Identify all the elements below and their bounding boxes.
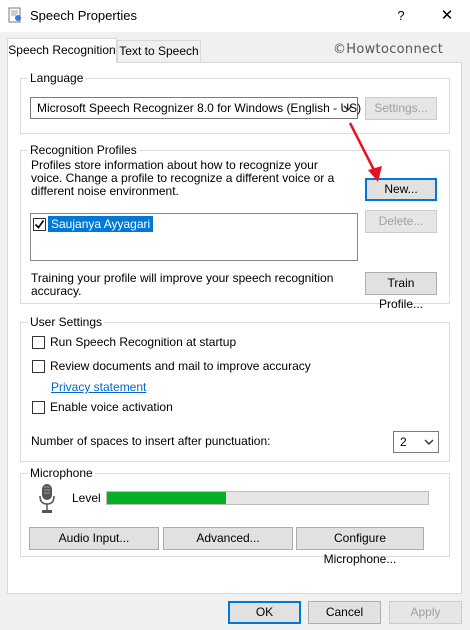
help-button[interactable]: ?	[378, 0, 424, 32]
watermark: ©Howtoconnect	[333, 42, 444, 57]
microphone-group-label: Microphone	[28, 466, 95, 480]
user-settings-group-label: User Settings	[28, 315, 105, 329]
title-bar: Speech Properties ? ✕	[0, 0, 470, 32]
apply-button[interactable]: Apply	[389, 601, 462, 624]
delete-profile-button[interactable]: Delete...	[365, 210, 437, 233]
spaces-after-punctuation-label: Number of spaces to insert after punctua…	[31, 434, 271, 448]
microphone-level-meter	[106, 491, 429, 505]
configure-microphone-button[interactable]: Configure Microphone...	[296, 527, 424, 566]
spaces-after-punctuation-select[interactable]: 2	[393, 431, 439, 453]
audio-input-button[interactable]: Audio Input...	[29, 527, 159, 550]
run-at-startup-label[interactable]: Run Speech Recognition at startup	[50, 336, 236, 349]
train-profile-button[interactable]: Train Profile...	[365, 272, 437, 311]
microphone-icon	[37, 483, 57, 515]
language-settings-button[interactable]: Settings...	[365, 97, 437, 120]
review-documents-checkbox[interactable]	[32, 360, 45, 373]
cancel-button[interactable]: Cancel	[308, 601, 381, 624]
annotation-arrow	[348, 122, 382, 182]
ok-button[interactable]: OK	[228, 601, 301, 624]
recognition-profiles-group-label: Recognition Profiles	[28, 143, 139, 157]
voice-activation-label[interactable]: Enable voice activation	[50, 401, 173, 414]
profile-checkbox[interactable]	[33, 218, 46, 231]
list-item[interactable]: Saujanya Ayyagari	[33, 216, 183, 233]
chevron-down-icon	[421, 434, 437, 450]
close-button[interactable]: ✕	[424, 0, 470, 32]
tab-speech-recognition[interactable]: Speech Recognition	[7, 38, 117, 63]
run-at-startup-checkbox[interactable]	[32, 336, 45, 349]
microphone-level-label: Level	[72, 491, 101, 505]
microphone-level-fill	[107, 492, 226, 504]
spaces-after-punctuation-value: 2	[400, 435, 407, 449]
language-group-label: Language	[28, 71, 86, 85]
window-title: Speech Properties	[30, 8, 137, 23]
speech-properties-app-icon	[7, 7, 23, 23]
privacy-statement-link[interactable]: Privacy statement	[51, 380, 146, 394]
profiles-list[interactable]: Saujanya Ayyagari	[30, 213, 358, 261]
training-description: Training your profile will improve your …	[31, 271, 334, 298]
chevron-down-icon	[340, 100, 356, 116]
profiles-description: Profiles store information about how to …	[31, 158, 335, 198]
tab-text-to-speech[interactable]: Text to Speech	[117, 40, 201, 62]
review-documents-label[interactable]: Review documents and mail to improve acc…	[50, 360, 311, 373]
profile-name: Saujanya Ayyagari	[48, 216, 154, 232]
voice-activation-checkbox[interactable]	[32, 401, 45, 414]
speech-recognizer-value: Microsoft Speech Recognizer 8.0 for Wind…	[37, 101, 362, 115]
speech-recognizer-select[interactable]: Microsoft Speech Recognizer 8.0 for Wind…	[30, 97, 362, 119]
advanced-button[interactable]: Advanced...	[163, 527, 293, 550]
